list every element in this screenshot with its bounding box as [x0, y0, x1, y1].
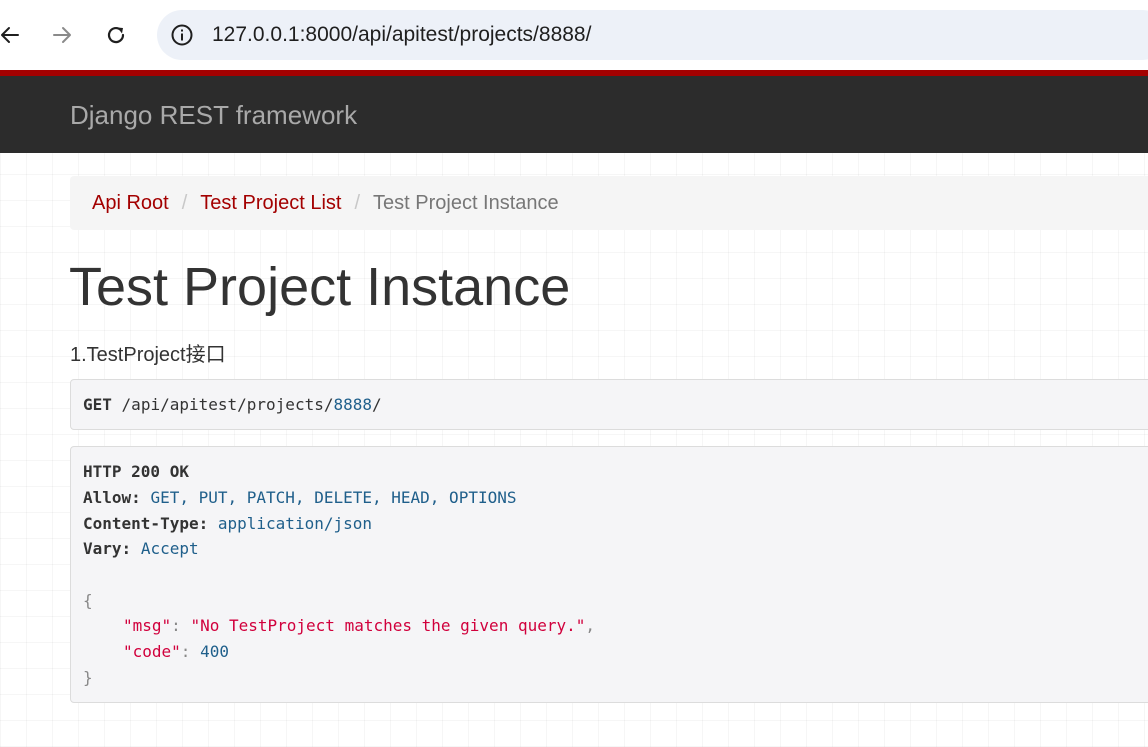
- response-status: HTTP 200 OK: [83, 462, 189, 481]
- close-brace: }: [83, 668, 93, 687]
- request-line: GET /api/apitest/projects/8888/: [83, 395, 382, 414]
- reload-icon: [107, 26, 125, 44]
- navbar: Django REST framework: [0, 76, 1148, 153]
- forward-button[interactable]: [44, 17, 80, 53]
- arrow-left-icon: [1, 27, 19, 43]
- reload-button[interactable]: [98, 17, 134, 53]
- page-title: Test Project Instance: [69, 257, 571, 317]
- response-allow-header: Allow: GET, PUT, PATCH, DELETE, HEAD, OP…: [83, 488, 516, 507]
- browser-toolbar: 127.0.0.1:8000/api/apitest/projects/8888…: [0, 0, 1148, 70]
- address-url[interactable]: 127.0.0.1:8000/api/apitest/projects/8888…: [212, 23, 591, 47]
- request-method: GET: [83, 395, 112, 414]
- response-info: HTTP 200 OK Allow: GET, PUT, PATCH, DELE…: [70, 446, 1148, 703]
- info-icon[interactable]: [170, 23, 194, 47]
- allow-header-value: GET, PUT, PATCH, DELETE, HEAD, OPTIONS: [150, 488, 517, 507]
- json-code-line: "code": 400: [123, 642, 229, 661]
- request-path-suffix: /: [372, 395, 382, 414]
- brand-link[interactable]: Django REST framework: [70, 100, 357, 131]
- page-content: Django REST framework Api Root / Test Pr…: [0, 70, 1148, 747]
- json-msg-key: "msg": [123, 616, 172, 635]
- allow-header-key: Allow:: [83, 488, 141, 507]
- vary-value: Accept: [140, 539, 199, 558]
- breadcrumb-separator: /: [181, 191, 188, 214]
- arrow-right-icon: [53, 27, 71, 43]
- json-close-brace: }: [83, 668, 93, 687]
- back-button[interactable]: [0, 17, 28, 53]
- content-type-key: Content-Type:: [83, 514, 209, 533]
- breadcrumb-current: Test Project Instance: [373, 191, 559, 214]
- page-description: 1.TestProject接口: [70, 344, 226, 366]
- json-msg-line: "msg": "No TestProject matches the given…: [123, 616, 596, 635]
- content-type-value: application/json: [217, 514, 372, 533]
- json-msg-value: "No TestProject matches the given query.…: [190, 616, 586, 635]
- response-content-type-header: Content-Type: application/json: [83, 514, 372, 533]
- json-code-value: 400: [200, 642, 229, 661]
- breadcrumb-separator: /: [354, 191, 361, 214]
- vary-key: Vary:: [83, 539, 132, 558]
- request-path-id: 8888: [333, 395, 372, 414]
- breadcrumb: Api Root / Test Project List / Test Proj…: [70, 176, 1148, 230]
- breadcrumb-api-root[interactable]: Api Root: [92, 192, 169, 215]
- open-brace: {: [83, 591, 93, 610]
- request-path: /api/apitest/projects/: [121, 395, 334, 414]
- request-info: GET /api/apitest/projects/8888/: [70, 379, 1148, 430]
- address-bar[interactable]: 127.0.0.1:8000/api/apitest/projects/8888…: [157, 10, 1148, 60]
- json-code-key: "code": [123, 642, 181, 661]
- response-vary-header: Vary: Accept: [83, 539, 199, 558]
- response-status-line: HTTP 200 OK: [83, 462, 189, 481]
- json-open-brace: {: [83, 591, 93, 610]
- breadcrumb-test-project-list[interactable]: Test Project List: [200, 192, 341, 215]
